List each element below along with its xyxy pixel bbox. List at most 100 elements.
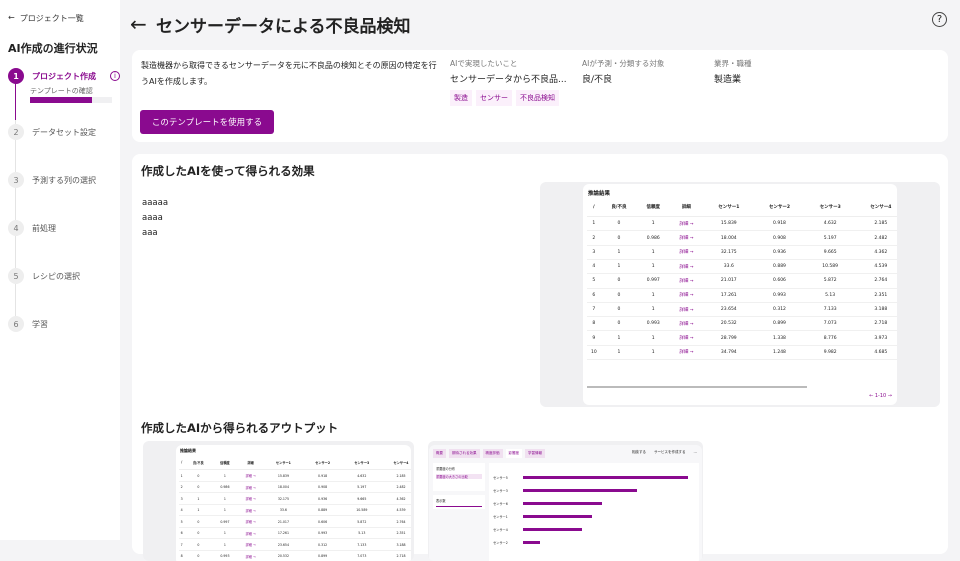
tag: センサー	[476, 90, 512, 106]
table-cell: 0	[617, 307, 621, 312]
table-title: 推論結果	[588, 191, 611, 197]
side-item[interactable]: 重要度の大きさの比較	[436, 474, 482, 479]
back-button[interactable]: ←	[130, 12, 147, 36]
detail-link[interactable]: 詳細 →	[237, 493, 263, 505]
preview-tab[interactable]: 学習情報	[525, 449, 545, 458]
pagination[interactable]: ← 1-10 →	[869, 393, 892, 399]
table-cell: 2.351	[396, 531, 406, 536]
table-cell: 0	[197, 519, 200, 524]
detail-link[interactable]: 詳細 →	[237, 539, 263, 551]
step-number: 3	[8, 172, 24, 188]
sidebar: ← プロジェクト一覧 AI作成の進行状況 1 プロジェクト作成 i 2 データセット設定 3…	[0, 0, 120, 540]
table-cell: 5.197	[357, 485, 367, 490]
table-cell: 1	[223, 473, 226, 478]
preview-tab[interactable]: 概要	[433, 449, 446, 458]
table-cell: 34.794	[720, 349, 737, 355]
table-cell: 28.799	[720, 335, 737, 341]
step-label: 前処理	[32, 223, 56, 233]
step-label: 予測する列の選択	[32, 175, 96, 185]
sidebar-step-4[interactable]: 4 前処理	[8, 220, 56, 236]
sidebar-step-6[interactable]: 6 学習	[8, 316, 48, 332]
detail-link[interactable]: 詳細 →	[237, 527, 263, 539]
detail-link[interactable]: 詳細 →	[237, 504, 263, 516]
table-cell: 0	[197, 485, 200, 490]
table-cell: 20.532	[277, 554, 289, 559]
table-cell: 23.654	[277, 542, 289, 547]
preview-tab[interactable]: 影響度	[505, 449, 522, 458]
detail-link[interactable]: 詳細 →	[237, 481, 263, 493]
preview-tab[interactable]: 精度評価	[482, 449, 503, 458]
table-row: 601詳細 →17.2610.9935.132.351(	[587, 288, 897, 303]
info-icon[interactable]: i	[110, 71, 120, 81]
table-cell: 1	[651, 264, 655, 270]
importance-bar	[523, 502, 603, 505]
table-cell: 0.312	[318, 542, 328, 547]
table-row: 411詳細 →33.60.88910.5894.539(	[587, 259, 897, 274]
table-cell: 4.539	[396, 508, 406, 513]
table-row: 311詳細 →32.1750.9369.6654.362(	[587, 245, 897, 260]
details-card: 作成したAIを使って得られる効果 aaaaa aaaa aaa 推論結果 / 良/…	[132, 154, 948, 561]
back-to-projects-link[interactable]: ← プロジェクト一覧	[8, 13, 84, 24]
table-cell: 1	[223, 531, 226, 536]
table-cell: 33.6	[279, 508, 287, 513]
horizontal-scrollbar[interactable]	[587, 386, 807, 388]
use-template-button[interactable]: このテンプレートを使用する	[140, 110, 274, 134]
table-cell: 18.004	[277, 485, 289, 490]
table-row: 1011詳細 →34.7941.2489.9824.685(	[587, 345, 897, 360]
table-row: 701詳細 →23.6540.3127.1333.188(	[587, 302, 897, 317]
sidebar-step-2[interactable]: 2 データセット設定	[8, 124, 96, 140]
bar-label: センサー5	[493, 476, 508, 480]
detail-link[interactable]: 詳細 →	[669, 345, 703, 359]
table-cell: 2.718	[396, 554, 406, 559]
table-cell: 2	[592, 235, 596, 241]
bar-label: センサー1	[493, 515, 508, 519]
detail-link[interactable]: 詳細 →	[669, 331, 703, 345]
table-cell: 4.632	[357, 473, 367, 478]
detail-link[interactable]: 詳細 →	[669, 259, 703, 273]
table-cell: 3.188	[396, 542, 406, 547]
table-cell: 15.839	[720, 221, 737, 227]
table-cell: 0.312	[773, 307, 786, 312]
side-item[interactable]: 重要度の分布	[436, 466, 482, 471]
table-row: 800.993詳細 →20.5320.8997.0732.718(	[587, 317, 897, 331]
importance-bar	[523, 541, 540, 544]
table-cell: 0.889	[318, 508, 328, 513]
preview-tab[interactable]: 期待される効果	[449, 449, 480, 458]
help-icon[interactable]: ?	[932, 12, 947, 27]
consult-button[interactable]: 相談する	[632, 450, 646, 455]
table-cell: 0.908	[318, 485, 328, 490]
table-cell: 4.685	[874, 349, 888, 355]
detail-link[interactable]: 詳細 →	[669, 302, 703, 316]
detail-link[interactable]: 詳細 →	[237, 470, 263, 482]
sidebar-step-1[interactable]: 1 プロジェクト作成 i	[8, 68, 120, 84]
importance-bar	[523, 476, 688, 479]
table-row: 800.993詳細 →20.5320.8997.0732.718(	[179, 550, 411, 561]
detail-link[interactable]: 詳細 →	[669, 317, 703, 331]
sidebar-step-5[interactable]: 5 レシピの選択	[8, 268, 80, 284]
detail-link[interactable]: 詳細 →	[669, 231, 703, 245]
detail-link[interactable]: 詳細 →	[669, 245, 703, 259]
detail-link[interactable]: 詳細 →	[669, 274, 703, 288]
page-title: センサーデータによる不良品検知	[156, 17, 411, 37]
count-slider[interactable]	[436, 506, 482, 507]
step-label: プロジェクト作成	[32, 71, 96, 81]
result-table: /良/不良信頼度詳細センサー1センサー2センサー3センサー4セ101詳細 →15…	[587, 198, 897, 360]
column-header: 良/不良	[184, 455, 213, 471]
sidebar-step-3[interactable]: 3 予測する列の選択	[8, 172, 96, 188]
table-cell: 0	[617, 235, 621, 241]
detail-link[interactable]: 詳細 →	[237, 550, 263, 561]
bar-label: センサー4	[493, 528, 508, 532]
detail-link[interactable]: 詳細 →	[669, 217, 703, 231]
step-number: 5	[8, 268, 24, 284]
result-table: /良/不良信頼度詳細センサー1センサー2センサー3センサー4セ101詳細 →15…	[179, 455, 411, 561]
table-cell: 1	[651, 349, 655, 355]
create-service-button[interactable]: サービスを作成する	[654, 450, 686, 455]
table-cell: 7.073	[357, 554, 367, 559]
table-cell: 2.351	[874, 292, 888, 298]
detail-link[interactable]: 詳細 →	[237, 516, 263, 528]
table-cell: 6	[592, 292, 596, 298]
column-header: センサー1	[263, 455, 303, 471]
table-cell: 33.6	[723, 264, 734, 270]
detail-link[interactable]: 詳細 →	[669, 288, 703, 302]
table-cell: 17.261	[720, 292, 737, 298]
